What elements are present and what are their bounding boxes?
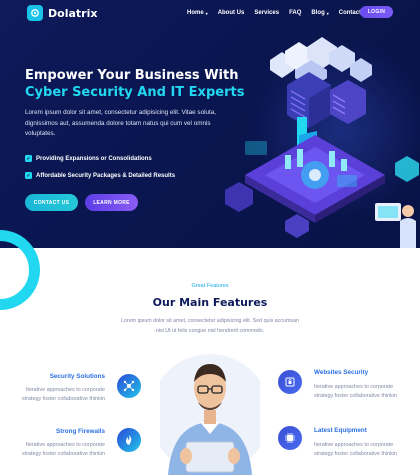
nav-item-blog[interactable]: Blog ▾ bbox=[311, 10, 328, 16]
lock-icon bbox=[278, 370, 302, 394]
brand-logo[interactable]: Dolatrix bbox=[27, 5, 97, 21]
nav-item-about[interactable]: About Us bbox=[218, 10, 245, 16]
chevron-down-icon: ▾ bbox=[205, 10, 208, 16]
features-eyebrow: Great Features bbox=[191, 283, 229, 289]
check-label: Affordable Security Packages & Detailed … bbox=[36, 172, 176, 179]
nav-item-faq[interactable]: FAQ bbox=[289, 10, 301, 16]
checkbox-icon: ✓ bbox=[25, 155, 32, 162]
chip-icon bbox=[278, 426, 302, 450]
firewall-icon bbox=[117, 428, 141, 452]
learn-more-button[interactable]: LEARN MORE bbox=[85, 194, 138, 211]
nav-item-contact[interactable]: Contact bbox=[339, 10, 361, 16]
hero-check-item: ✓ Providing Expansions or Consolidations bbox=[25, 155, 152, 162]
hero-title-highlight: Cyber Security And IT Experts bbox=[25, 85, 245, 100]
professional-photo bbox=[160, 354, 260, 475]
landing-page: Dolatrix Home ▾ About Us Services FAQ Blo… bbox=[0, 0, 420, 475]
feature-title[interactable]: Websites Security bbox=[314, 369, 404, 376]
hero-description: Lorem ipsum dolor sit amet, consectetur … bbox=[25, 109, 216, 137]
login-button[interactable]: LOGIN bbox=[360, 6, 393, 18]
feature-text: Iterative approaches to corporate strate… bbox=[314, 384, 397, 399]
chevron-down-icon: ▾ bbox=[326, 10, 329, 16]
contact-us-button[interactable]: CONTACT US bbox=[25, 194, 78, 211]
feature-title[interactable]: Strong Firewalls bbox=[18, 428, 105, 435]
feature-title[interactable]: Security Solutions bbox=[18, 373, 105, 380]
cyber-security-illustration bbox=[225, 37, 419, 248]
feature-title[interactable]: Latest Equipment bbox=[314, 427, 404, 434]
feature-text: Iterative approaches to corporate strate… bbox=[22, 387, 105, 402]
feature-text: Iterative approaches to corporate strate… bbox=[22, 442, 105, 457]
analyst-figure bbox=[375, 203, 416, 248]
main-nav: Home ▾ About Us Services FAQ Blog ▾ Contac… bbox=[187, 10, 371, 16]
checkbox-icon: ✓ bbox=[25, 172, 32, 179]
nav-item-home[interactable]: Home ▾ bbox=[187, 10, 208, 16]
hero-check-item: ✓ Affordable Security Packages & Detaile… bbox=[25, 172, 175, 179]
hero-title: Empower Your Business With bbox=[25, 68, 239, 83]
shield-logo-icon bbox=[27, 5, 43, 21]
nav-item-services[interactable]: Services bbox=[254, 10, 279, 16]
features-description: Lorem ipsum dolor sit amet, consectetur … bbox=[121, 318, 299, 334]
features-title: Our Main Features bbox=[152, 296, 268, 309]
network-icon bbox=[117, 374, 141, 398]
feature-text: Iterative approaches to corporate strate… bbox=[314, 442, 397, 457]
check-label: Providing Expansions or Consolidations bbox=[36, 155, 152, 162]
brand-name: Dolatrix bbox=[48, 6, 98, 20]
hero-section: Dolatrix Home ▾ About Us Services FAQ Blo… bbox=[0, 0, 420, 248]
